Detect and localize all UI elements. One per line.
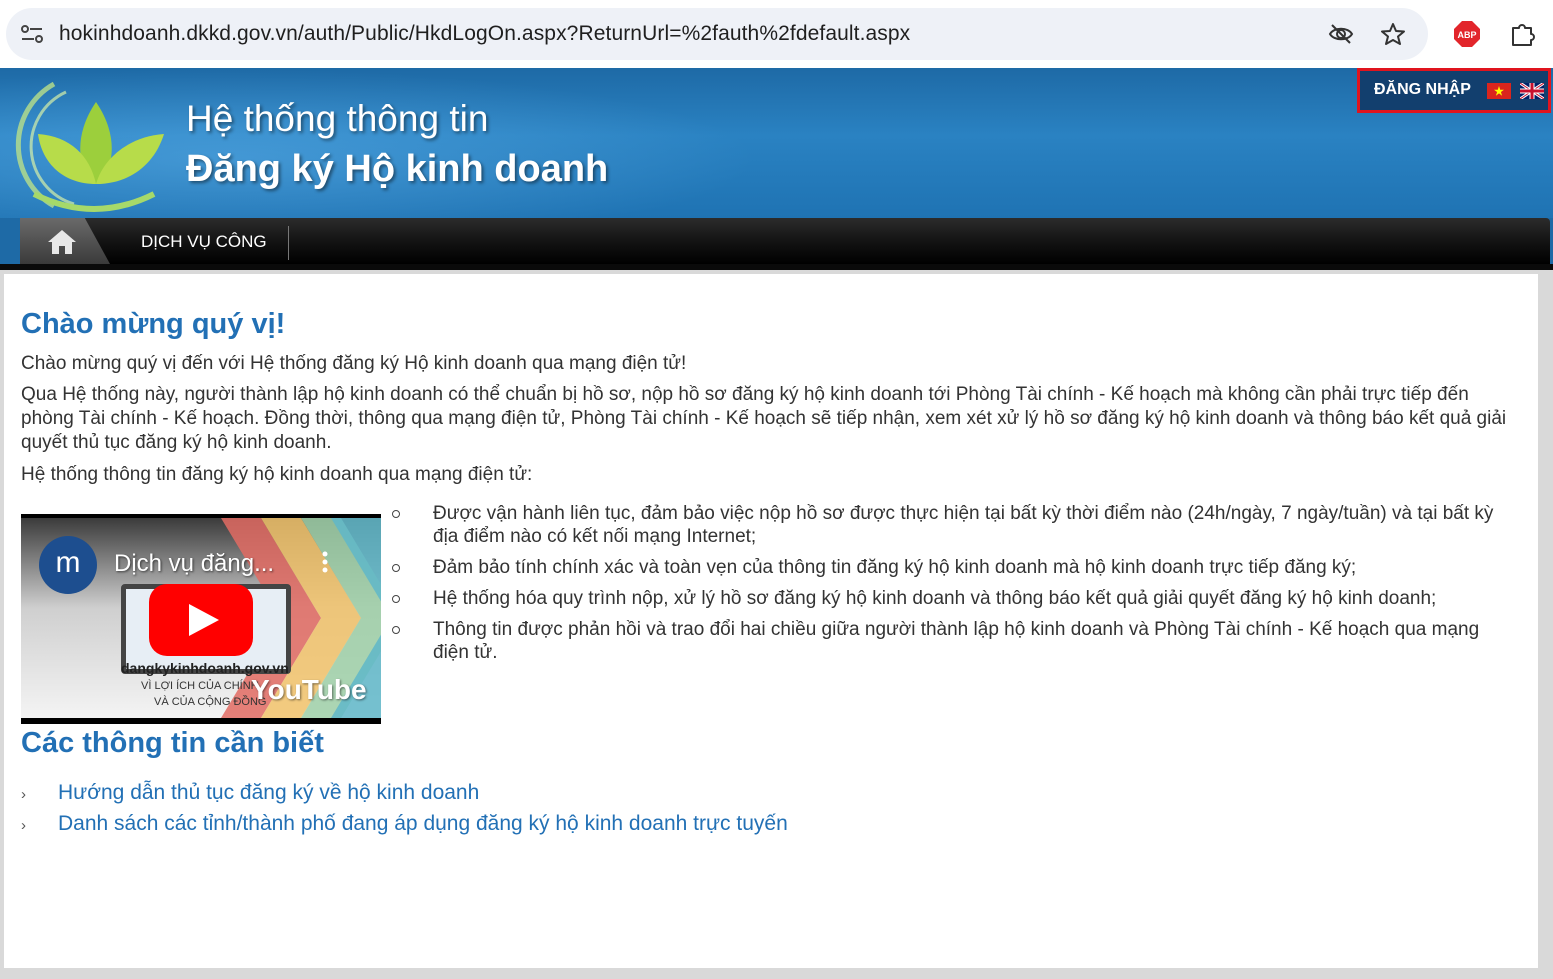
nav-item-dich-vu-cong[interactable]: DỊCH VỤ CÔNG (141, 232, 267, 252)
site-title-line1: Hệ thống thông tin (186, 98, 489, 139)
youtube-logo[interactable]: YouTube (251, 674, 367, 706)
channel-avatar[interactable]: m (39, 536, 97, 594)
eye-off-icon[interactable] (1328, 22, 1354, 46)
login-area: ĐĂNG NHẬP (1357, 68, 1551, 113)
site-title-line2: Đăng ký Hộ kinh doanh (186, 148, 609, 190)
login-link[interactable]: ĐĂNG NHẬP (1374, 81, 1471, 99)
info-heading: Các thông tin cần biết (21, 727, 324, 759)
info-link-guide[interactable]: › Hướng dẫn thủ tục đăng ký về hộ kinh do… (21, 781, 479, 805)
intro-text: Chào mừng quý vị đến với Hệ thống đăng k… (21, 353, 687, 374)
main-nav: DỊCH VỤ CÔNG (0, 218, 1553, 268)
home-icon[interactable] (46, 228, 78, 256)
browser-toolbar: hokinhdoanh.dkkd.gov.vn/auth/Public/HkdL… (0, 0, 1553, 68)
bullet-icon (392, 510, 400, 518)
list-item: Được vận hành liên tục, đảm bảo việc nộp… (392, 502, 1512, 548)
chevron-right-icon: › (21, 786, 26, 803)
video-title[interactable]: Dịch vụ đăng... (114, 550, 274, 578)
abp-label: ABP (1457, 30, 1476, 40)
info-link-label[interactable]: Danh sách các tỉnh/thành phố đang áp dụn… (58, 812, 788, 835)
extensions-puzzle-icon[interactable] (1509, 20, 1537, 48)
site-info-icon[interactable] (20, 23, 44, 45)
list-item: Thông tin được phản hồi và trao đổi hai … (392, 618, 1512, 664)
more-vert-icon[interactable] (321, 550, 329, 574)
leaf-logo-icon (15, 81, 164, 212)
address-bar[interactable]: hokinhdoanh.dkkd.gov.vn/auth/Public/HkdL… (6, 8, 1428, 60)
bookmark-star-icon[interactable] (1380, 22, 1406, 46)
vietnam-flag-icon[interactable] (1487, 83, 1511, 99)
list-item: Hệ thống hóa quy trình nộp, xử lý hồ sơ … (392, 587, 1512, 610)
list-item: Đảm bảo tính chính xác và toàn vẹn của t… (392, 556, 1512, 579)
main-content: Chào mừng quý vị! Chào mừng quý vị đến v… (4, 274, 1538, 968)
video-embed[interactable]: m Dịch vụ đăng... dangkykinhdoanh.gov.vn… (21, 514, 381, 724)
site-header: Hệ thống thông tin Đăng ký Hộ kinh doanh… (0, 68, 1553, 218)
chevron-right-icon: › (21, 817, 26, 834)
bullet-icon (392, 564, 400, 572)
adblock-plus-icon[interactable]: ABP (1453, 20, 1481, 48)
feature-list: Được vận hành liên tục, đảm bảo việc nộp… (392, 502, 1512, 672)
welcome-heading: Chào mừng quý vị! (21, 308, 286, 340)
system-intro-text: Hệ thống thông tin đăng ký hộ kinh doanh… (21, 464, 533, 485)
home-tab[interactable] (20, 218, 110, 264)
video-subtitle-1: VÌ LỢI ÍCH CỦA CHÍNH (141, 680, 259, 692)
content-frame: Chào mừng quý vị! Chào mừng quý vị đến v… (0, 270, 1553, 979)
bullet-icon (392, 595, 400, 603)
info-link-label[interactable]: Hướng dẫn thủ tục đăng ký về hộ kinh doa… (58, 781, 479, 804)
info-link-provinces[interactable]: › Danh sách các tỉnh/thành phố đang áp dụ… (21, 812, 788, 836)
nav-divider (288, 226, 289, 260)
description-text: Qua Hệ thống này, người thành lập hộ kin… (21, 384, 1507, 453)
url-text[interactable]: hokinhdoanh.dkkd.gov.vn/auth/Public/HkdL… (59, 22, 910, 46)
uk-flag-icon[interactable] (1520, 83, 1544, 99)
bullet-icon (392, 626, 400, 634)
play-icon[interactable] (149, 584, 253, 656)
video-subtitle-2: VÀ CỦA CỘNG ĐỒNG (154, 696, 267, 708)
